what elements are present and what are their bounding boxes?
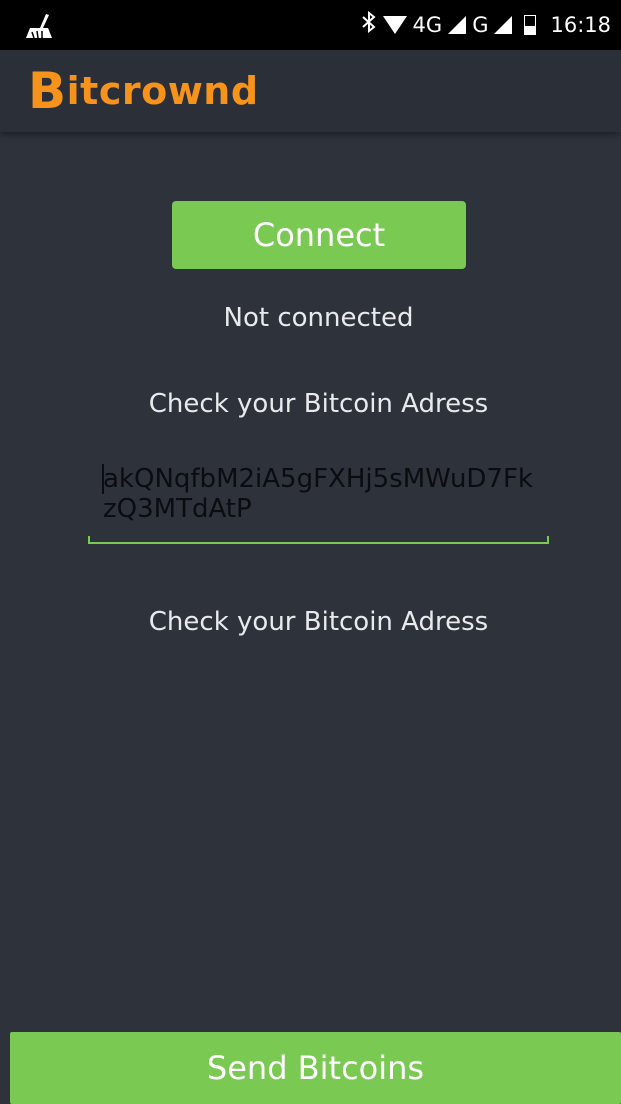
check-address-label: Check your Bitcoin Adress xyxy=(148,389,489,419)
bitcoin-address-value[interactable]: akQNqfbM2iA5gFXHj5sMWuD7FkzQ3MTdAtP xyxy=(103,464,543,524)
battery-icon xyxy=(524,15,537,35)
input-underline-left-tick xyxy=(88,536,90,544)
signal-icon-2 xyxy=(494,16,513,34)
signal-icon xyxy=(448,16,467,34)
network-type-label: 4G xyxy=(412,13,443,37)
logo-bitcoin-b: B xyxy=(28,62,67,120)
network-type-label-2: G xyxy=(472,13,489,37)
send-bitcoins-button[interactable]: Send Bitcoins xyxy=(10,1032,621,1104)
app-screen: 4G G 16:18 Bitcrownd Connect Not connect… xyxy=(0,0,621,1104)
input-underline-right-tick xyxy=(547,536,549,544)
logo-text: itcrownd xyxy=(66,69,259,113)
connection-status: Not connected xyxy=(223,303,414,333)
input-underline xyxy=(88,542,549,544)
wifi-icon xyxy=(382,16,407,34)
clock: 16:18 xyxy=(550,13,611,37)
status-icons: 4G G 16:18 xyxy=(361,0,611,50)
app-bar: Bitcrownd xyxy=(0,50,621,132)
bitcoin-address-input[interactable]: akQNqfbM2iA5gFXHj5sMWuD7FkzQ3MTdAtP xyxy=(88,456,549,546)
app-logo: Bitcrownd xyxy=(28,58,259,124)
check-address-result: Check your Bitcoin Adress xyxy=(148,607,489,637)
status-bar: 4G G 16:18 xyxy=(0,0,621,50)
cleaner-icon xyxy=(22,12,56,40)
connect-button[interactable]: Connect xyxy=(172,201,466,269)
bluetooth-icon xyxy=(361,10,377,39)
